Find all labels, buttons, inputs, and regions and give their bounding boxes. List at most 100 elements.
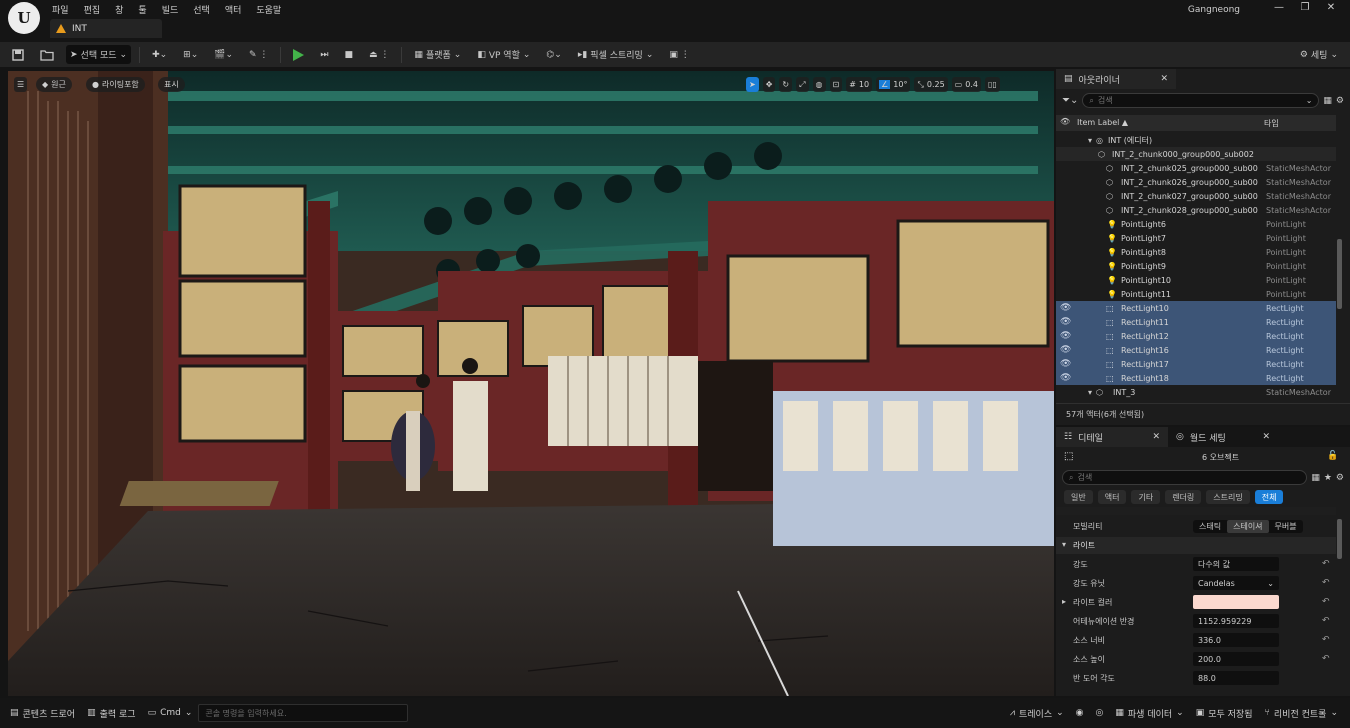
outliner-row[interactable]: ⬡ INT_2_chunk028_group000_sub00 StaticMesh… <box>1056 203 1336 217</box>
content-drawer-button[interactable]: ▤ 콘텐츠 드로어 <box>4 704 81 722</box>
filter-streaming[interactable]: 스트리밍 <box>1206 490 1250 504</box>
gear-icon[interactable]: ⚙ <box>1336 473 1344 483</box>
star-icon[interactable]: ★ <box>1324 473 1332 483</box>
stop-icon[interactable]: ■ <box>341 45 358 64</box>
revision-control-button[interactable]: ⑂ 리비전 컨트롤 ⌄ <box>1259 704 1345 722</box>
platforms-dropdown[interactable]: ▦ 플랫폼 ⌄ <box>410 45 465 64</box>
select-arrow-icon[interactable]: ➤ <box>746 77 759 92</box>
scale-icon[interactable]: ⤢ <box>796 77 809 92</box>
livelink-icon[interactable]: ⌬⌄ <box>542 45 565 64</box>
eye-icon[interactable]: 👁 <box>1060 303 1071 313</box>
scale-snap-button[interactable]: ⤡ 0.25 <box>914 77 948 92</box>
filter-actor[interactable]: 액터 <box>1097 490 1127 504</box>
move-icon[interactable]: ✥ <box>762 77 776 92</box>
menu-help[interactable]: 도움말 <box>256 3 281 16</box>
output-log-button[interactable]: ▥ 출력 로그 <box>81 704 142 722</box>
outliner-row[interactable]: 💡 PointLight6 PointLight <box>1056 217 1336 231</box>
reset-arrow-icon[interactable]: ↶ <box>1322 559 1330 569</box>
eye-icon[interactable]: 👁 <box>1060 373 1071 383</box>
world-settings-tab[interactable]: ◎ 월드 세팅 ✕ <box>1168 427 1278 447</box>
mobility-stationary[interactable]: 스테이셔 <box>1227 520 1269 533</box>
derived-data-button[interactable]: ▦ 파생 데이터 ⌄ <box>1109 704 1189 722</box>
angle-snap-button[interactable]: ∠ 10° <box>876 77 911 92</box>
menu-select[interactable]: 선택 <box>193 3 210 16</box>
eye-icon[interactable]: 👁 <box>1060 345 1071 355</box>
select-mode-dropdown[interactable]: ➤ 선택 모드 ⌄ <box>66 45 132 64</box>
console-input[interactable]: 콘솔 명령을 입력하세요. <box>198 704 409 722</box>
outliner-row-selected[interactable]: 👁 ⬚ RectLight10 RectLight <box>1056 301 1336 315</box>
grid-snap-button[interactable]: # 10 <box>846 77 873 92</box>
play-button[interactable] <box>289 45 308 64</box>
table-view-icon[interactable]: ▦ <box>1311 473 1320 483</box>
attenuation-radius-field[interactable]: 1152.959229 <box>1193 614 1279 628</box>
visibility-header-icon[interactable]: 👁 <box>1060 117 1070 126</box>
minimize-button[interactable]: — <box>1268 2 1290 16</box>
reset-arrow-icon[interactable]: ↶ <box>1322 616 1330 626</box>
gear-icon[interactable]: ⚙ <box>1336 96 1344 106</box>
mobility-static[interactable]: 스태틱 <box>1193 521 1227 532</box>
eye-icon[interactable]: 👁 <box>1060 331 1071 341</box>
screenshot-icon[interactable]: ◉ <box>1070 704 1090 722</box>
details-tab[interactable]: ☷ 디테일 ✕ <box>1056 427 1168 447</box>
close-icon[interactable]: ✕ <box>1152 432 1160 442</box>
outliner-row[interactable]: ⬡ INT_2_chunk026_group000_sub00 StaticMesh… <box>1056 175 1336 189</box>
outliner-row-selected[interactable]: 👁 ⬚ RectLight18 RectLight <box>1056 371 1336 385</box>
outliner-row[interactable]: 💡 PointLight7 PointLight <box>1056 231 1336 245</box>
viewport-layout-icon[interactable]: ▯▯ <box>984 77 1000 92</box>
outliner-row[interactable]: 💡 PointLight9 PointLight <box>1056 259 1336 273</box>
expand-arrow-icon[interactable]: ▾ <box>1088 136 1092 145</box>
record-icon[interactable]: ◎ <box>1090 704 1110 722</box>
outliner-row-selected[interactable]: 👁 ⬚ RectLight17 RectLight <box>1056 357 1336 371</box>
outliner-search-input[interactable]: ⌕ 검색 ⌄ <box>1082 93 1320 108</box>
source-height-field[interactable]: 200.0 <box>1193 652 1279 666</box>
camera-speed-button[interactable]: ▭ 0.4 <box>951 77 981 92</box>
save-icon[interactable] <box>8 45 28 64</box>
extension-icon[interactable]: ▣ ⋮ <box>665 45 693 64</box>
eject-icon[interactable]: ⏏ ⋮ <box>365 45 393 64</box>
menu-actor[interactable]: 액터 <box>225 3 242 16</box>
type-column[interactable]: 타입 <box>1264 118 1279 129</box>
close-icon[interactable]: ✕ <box>1262 432 1270 442</box>
vp-role-dropdown[interactable]: ◧ VP 역할 ⌄ <box>473 45 534 64</box>
menu-edit[interactable]: 편집 <box>84 3 101 16</box>
surface-snap-icon[interactable]: ⊡ <box>829 77 843 92</box>
rotate-icon[interactable]: ↻ <box>779 77 793 92</box>
menu-window[interactable]: 창 <box>115 3 123 16</box>
filter-all[interactable]: 전체 <box>1254 490 1284 504</box>
light-color-swatch[interactable] <box>1193 595 1279 609</box>
barn-door-angle-field[interactable]: 88.0 <box>1193 671 1279 685</box>
outliner-row[interactable]: 💡 PointLight11 PointLight <box>1056 287 1336 301</box>
reset-arrow-icon[interactable]: ↶ <box>1322 654 1330 664</box>
intensity-units-dropdown[interactable]: Candelas ⌄ <box>1193 576 1279 590</box>
outliner-row-selected[interactable]: 👁 ⬚ RectLight12 RectLight <box>1056 329 1336 343</box>
blueprint-icon[interactable]: ⊞⌄ <box>179 45 202 64</box>
outliner-scrollbar[interactable] <box>1337 239 1342 309</box>
lighting-mode-button[interactable]: ● 라이팅포함 <box>86 77 145 92</box>
details-scrollbar[interactable] <box>1337 519 1342 559</box>
expand-arrow-icon[interactable]: ▸ <box>1062 597 1066 606</box>
source-width-field[interactable]: 336.0 <box>1193 633 1279 647</box>
outliner-row[interactable]: ▾ ⬡ INT_3 StaticMeshActor <box>1056 385 1336 399</box>
filter-general[interactable]: 일반 <box>1064 490 1093 504</box>
filter-misc[interactable]: 기타 <box>1131 490 1161 504</box>
menu-file[interactable]: 파일 <box>52 3 69 16</box>
outliner-row-selected[interactable]: 👁 ⬚ RectLight11 RectLight <box>1056 315 1336 329</box>
expand-arrow-icon[interactable]: ▾ <box>1088 388 1092 397</box>
light-section-header[interactable]: ▾ 라이트 <box>1056 537 1336 554</box>
outliner-row-selected[interactable]: 👁 ⬚ RectLight16 RectLight <box>1056 343 1336 357</box>
outliner-row[interactable]: 💡 PointLight8 PointLight <box>1056 245 1336 259</box>
content-browser-icon[interactable] <box>36 45 58 64</box>
pixel-streaming-dropdown[interactable]: ▸▮ 픽셀 스트리밍 ⌄ <box>574 45 658 64</box>
lock-icon[interactable]: 🔓 <box>1327 451 1338 461</box>
modes-icon[interactable]: ✎ ⋮ <box>245 45 272 64</box>
menu-build[interactable]: 빌드 <box>162 3 179 16</box>
perspective-button[interactable]: ◆ 원근 <box>36 77 72 92</box>
settings-dropdown[interactable]: ⚙ 세팅 ⌄ <box>1296 45 1342 64</box>
eye-icon[interactable]: 👁 <box>1060 317 1071 327</box>
details-search-input[interactable]: ⌕ 검색 <box>1062 470 1308 485</box>
close-icon[interactable]: ✕ <box>1160 74 1168 84</box>
filter-rendering[interactable]: 렌더링 <box>1165 490 1202 504</box>
eye-icon[interactable]: 👁 <box>1060 359 1071 369</box>
outliner-tab[interactable]: ▤ 아웃라이너 ✕ <box>1056 69 1176 89</box>
trace-dropdown[interactable]: ⩘ 트레이스 ⌄ <box>1004 704 1070 722</box>
